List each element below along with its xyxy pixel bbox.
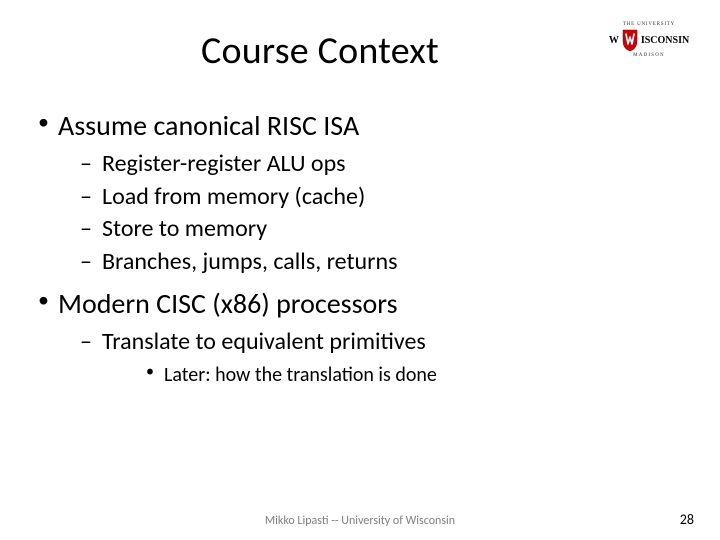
list-item: Branches, jumps, calls, returns bbox=[58, 247, 684, 278]
list-item: Later: how the translation is done bbox=[102, 362, 684, 388]
crest-icon bbox=[621, 28, 639, 52]
footer-text: Mikko Lipasti -- University of Wisconsin bbox=[0, 514, 720, 528]
list-item: Translate to equivalent primitives Later… bbox=[58, 327, 684, 388]
bullet-text: Register-register ALU ops bbox=[102, 149, 345, 178]
list-item: Modern CISC (x86) processors Translate t… bbox=[36, 286, 684, 388]
logo-row: W ISCONSIN bbox=[609, 28, 689, 52]
slide-content: Assume canonical RISC ISA Register-regis… bbox=[28, 108, 692, 388]
logo-right-text: ISCONSIN bbox=[641, 35, 689, 46]
bullet-list: Register-register ALU ops Load from memo… bbox=[58, 149, 684, 278]
bullet-list: Translate to equivalent primitives Later… bbox=[58, 327, 684, 388]
bullet-list: Assume canonical RISC ISA Register-regis… bbox=[36, 108, 684, 388]
list-item: Register-register ALU ops bbox=[58, 149, 684, 180]
bullet-text: Later: how the translation is done bbox=[164, 363, 437, 387]
list-item: Assume canonical RISC ISA Register-regis… bbox=[36, 108, 684, 278]
bullet-text: Modern CISC (x86) processors bbox=[58, 286, 398, 321]
bullet-text: Assume canonical RISC ISA bbox=[58, 108, 359, 143]
logo-top-text: THE UNIVERSITY bbox=[623, 22, 675, 27]
bullet-text: Load from memory (cache) bbox=[102, 182, 365, 211]
slide: THE UNIVERSITY W ISCONSIN MADISON Course… bbox=[0, 0, 720, 540]
bullet-list: Later: how the translation is done bbox=[102, 362, 684, 388]
bullet-text: Store to memory bbox=[102, 214, 267, 243]
bullet-text: Branches, jumps, calls, returns bbox=[102, 247, 398, 276]
page-number: 28 bbox=[680, 511, 694, 528]
list-item: Store to memory bbox=[58, 214, 684, 245]
bullet-text: Translate to equivalent primitives bbox=[102, 327, 426, 356]
list-item: Load from memory (cache) bbox=[58, 182, 684, 213]
logo-bottom-text: MADISON bbox=[633, 53, 665, 58]
logo-left-letter: W bbox=[609, 35, 619, 46]
slide-title: Course Context bbox=[68, 28, 572, 74]
university-logo: THE UNIVERSITY W ISCONSIN MADISON bbox=[610, 22, 688, 82]
